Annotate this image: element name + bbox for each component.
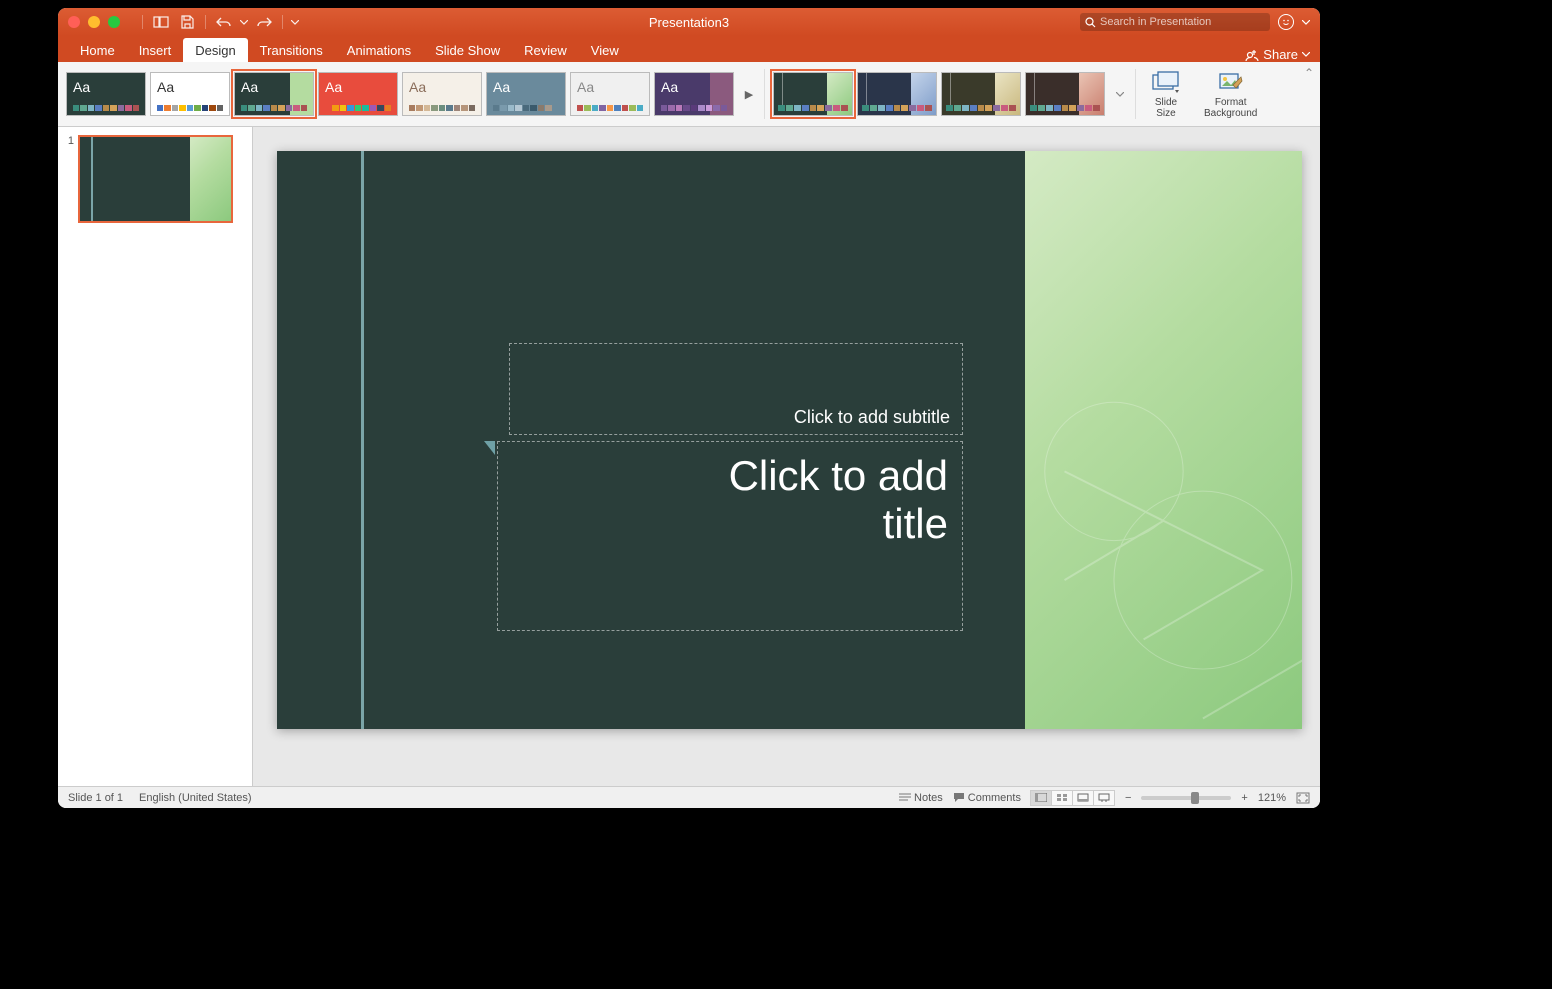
tab-design[interactable]: Design xyxy=(183,38,247,62)
collapse-ribbon-button[interactable]: ⌃ xyxy=(1304,66,1314,80)
reading-view-button[interactable] xyxy=(1072,790,1094,806)
theme-thumb-1[interactable]: Aa xyxy=(150,72,230,116)
statusbar: Slide 1 of 1 English (United States) Not… xyxy=(58,786,1320,808)
title-placeholder-text: Click to add title xyxy=(729,452,948,549)
share-button[interactable]: Share xyxy=(1245,47,1310,62)
minimize-window-button[interactable] xyxy=(88,16,100,28)
zoom-slider[interactable] xyxy=(1141,796,1231,800)
slide-canvas-area[interactable]: Click to add subtitle Click to add title xyxy=(253,127,1320,786)
theme-gallery-more-button[interactable]: ▶ xyxy=(742,72,756,116)
zoom-out-button[interactable]: − xyxy=(1125,792,1131,804)
slide-1[interactable]: Click to add subtitle Click to add title xyxy=(277,151,1302,729)
chevron-down-icon xyxy=(1302,52,1310,57)
variant-gallery-more-button[interactable] xyxy=(1113,72,1127,116)
theme-thumb-5[interactable]: Aa xyxy=(486,72,566,116)
variant-thumb-0[interactable] xyxy=(773,72,853,116)
variant-thumb-1[interactable] xyxy=(857,72,937,116)
slide-thumbnail-panel: 1 xyxy=(58,127,253,786)
theme-thumb-3[interactable]: Aa xyxy=(318,72,398,116)
format-background-button[interactable]: Format Background xyxy=(1196,66,1265,122)
autosave-toggle-icon[interactable] xyxy=(149,12,173,32)
zoom-level[interactable]: 121% xyxy=(1258,792,1286,804)
customize-qat-icon[interactable] xyxy=(289,12,301,32)
language-status[interactable]: English (United States) xyxy=(139,792,252,804)
variant-gallery xyxy=(773,72,1105,116)
search-input[interactable] xyxy=(1100,16,1265,28)
notes-label: Notes xyxy=(914,792,943,804)
document-title: Presentation3 xyxy=(649,15,729,30)
sorter-view-button[interactable] xyxy=(1051,790,1073,806)
window-controls xyxy=(68,16,120,28)
feedback-dropdown-icon[interactable] xyxy=(1302,20,1310,25)
slide-size-button[interactable]: Slide Size xyxy=(1144,66,1188,122)
theme-thumb-7[interactable]: Aa xyxy=(654,72,734,116)
slide-thumbnail-number: 1 xyxy=(64,135,74,223)
zoom-in-button[interactable]: + xyxy=(1241,792,1247,804)
slide-counter: Slide 1 of 1 xyxy=(68,792,123,804)
title-placeholder[interactable]: Click to add title xyxy=(497,441,963,631)
tab-review[interactable]: Review xyxy=(512,38,579,62)
quick-access-toolbar xyxy=(138,12,301,32)
comments-label: Comments xyxy=(968,792,1021,804)
ribbon-tabs: Home Insert Design Transitions Animation… xyxy=(58,36,1320,62)
slide-size-icon xyxy=(1152,69,1180,95)
share-icon xyxy=(1245,49,1259,61)
tab-animations[interactable]: Animations xyxy=(335,38,423,62)
subtitle-placeholder-text: Click to add subtitle xyxy=(794,407,950,428)
save-icon[interactable] xyxy=(175,12,199,32)
variant-thumb-2[interactable] xyxy=(941,72,1021,116)
redo-icon[interactable] xyxy=(252,12,276,32)
variant-thumb-3[interactable] xyxy=(1025,72,1105,116)
theme-thumb-2[interactable]: Aa xyxy=(234,72,314,116)
comments-icon xyxy=(953,792,965,803)
separator xyxy=(1135,69,1136,119)
format-background-label: Format Background xyxy=(1204,97,1257,119)
undo-dropdown-icon[interactable] xyxy=(238,12,250,32)
subtitle-placeholder[interactable]: Click to add subtitle xyxy=(509,343,963,435)
search-box[interactable] xyxy=(1080,13,1270,31)
separator xyxy=(764,69,765,119)
undo-icon[interactable] xyxy=(212,12,236,32)
tab-insert[interactable]: Insert xyxy=(127,38,184,62)
share-label: Share xyxy=(1263,47,1298,62)
search-icon xyxy=(1085,17,1096,28)
notes-button[interactable]: Notes xyxy=(899,792,943,804)
normal-view-button[interactable] xyxy=(1030,790,1052,806)
slide-size-label: Slide Size xyxy=(1155,97,1177,119)
tab-transitions[interactable]: Transitions xyxy=(248,38,335,62)
fit-to-window-button[interactable] xyxy=(1296,792,1310,804)
theme-thumb-0[interactable]: Aa xyxy=(66,72,146,116)
tab-home[interactable]: Home xyxy=(68,38,127,62)
feedback-icon[interactable] xyxy=(1278,14,1294,30)
zoom-window-button[interactable] xyxy=(108,16,120,28)
theme-thumb-4[interactable]: Aa xyxy=(402,72,482,116)
theme-thumb-6[interactable]: Aa xyxy=(570,72,650,116)
workspace: 1 xyxy=(58,127,1320,786)
zoom-slider-thumb[interactable] xyxy=(1191,792,1199,804)
tab-view[interactable]: View xyxy=(579,38,631,62)
triangle-marker-icon xyxy=(484,441,495,455)
tab-slideshow[interactable]: Slide Show xyxy=(423,38,512,62)
close-window-button[interactable] xyxy=(68,16,80,28)
notes-icon xyxy=(899,793,911,803)
comments-button[interactable]: Comments xyxy=(953,792,1021,804)
theme-gallery: AaAaAaAaAaAaAaAa xyxy=(66,72,734,116)
slide-thumbnail-1[interactable] xyxy=(78,135,233,223)
titlebar: Presentation3 xyxy=(58,8,1320,36)
view-buttons xyxy=(1031,790,1115,806)
ribbon-design: AaAaAaAaAaAaAaAa ▶ Slide Size Format Bac… xyxy=(58,62,1320,127)
slideshow-view-button[interactable] xyxy=(1093,790,1115,806)
format-background-icon xyxy=(1219,69,1243,95)
